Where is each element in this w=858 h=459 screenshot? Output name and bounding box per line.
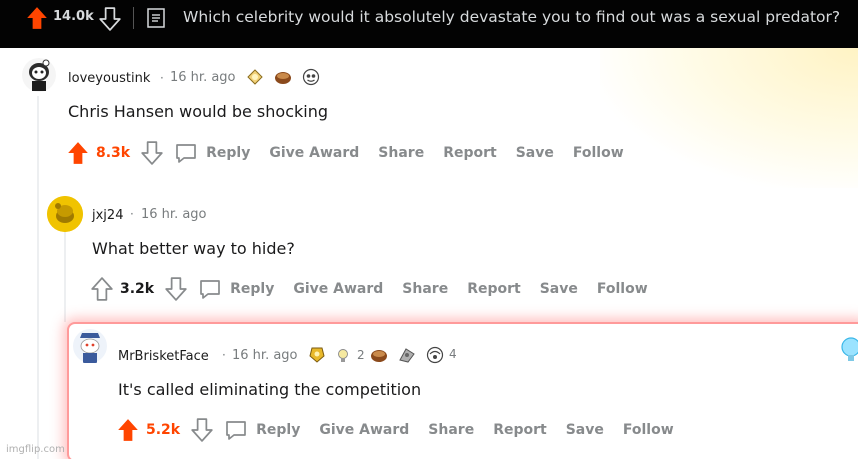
avatar[interactable] — [72, 328, 108, 364]
follow-button[interactable]: Follow — [573, 145, 624, 161]
comment-body: What better way to hide? — [92, 239, 295, 258]
lightbulb-icon — [841, 337, 858, 361]
save-button[interactable]: Save — [516, 145, 554, 161]
award-icon[interactable] — [426, 346, 444, 364]
downvote-arrow-icon[interactable] — [140, 141, 164, 165]
comment-timestamp[interactable]: 16 hr. ago — [170, 70, 236, 85]
award-icon[interactable] — [370, 346, 388, 364]
page: 14.0k Which celebrity would it absolutel… — [0, 0, 858, 459]
comment-timestamp[interactable]: 16 hr. ago — [141, 207, 207, 222]
reply-button[interactable]: Reply — [256, 422, 300, 438]
background-glow — [600, 48, 858, 188]
share-button[interactable]: Share — [378, 145, 424, 161]
text-post-icon — [147, 8, 165, 28]
downvote-arrow-icon[interactable] — [99, 7, 121, 31]
comment-username[interactable]: MrBrisketFace — [118, 349, 209, 364]
reply-bubble-icon[interactable] — [224, 418, 248, 442]
separator-dot: · — [160, 71, 164, 85]
post-header-bar: 14.0k Which celebrity would it absolutel… — [0, 0, 858, 48]
report-button[interactable]: Report — [443, 145, 497, 161]
report-button[interactable]: Report — [467, 281, 521, 297]
upvote-arrow-icon[interactable] — [116, 418, 140, 442]
upvote-arrow-icon[interactable] — [90, 277, 114, 301]
reply-bubble-icon[interactable] — [174, 141, 198, 165]
comment-username[interactable]: loveyoustink — [68, 71, 150, 86]
report-button[interactable]: Report — [493, 422, 547, 438]
reply-bubble-icon[interactable] — [198, 277, 222, 301]
comment-actions: 5.2k Reply Give Award Share Report Save … — [116, 417, 693, 443]
comment-body: It's called eliminating the competition — [118, 380, 422, 399]
comment-actions: 3.2k Reply Give Award Share Report Save … — [90, 276, 667, 302]
separator-dot: · — [222, 348, 226, 362]
reply-button[interactable]: Reply — [230, 281, 274, 297]
comment-score: 5.2k — [146, 422, 181, 438]
award-count: 4 — [449, 347, 457, 361]
upvote-arrow-icon[interactable] — [26, 6, 48, 30]
award-icon[interactable] — [302, 68, 320, 86]
divider — [133, 7, 134, 29]
award-icon[interactable] — [246, 68, 264, 86]
thread-line[interactable] — [64, 232, 66, 322]
downvote-arrow-icon[interactable] — [190, 418, 214, 442]
avatar[interactable] — [21, 57, 57, 93]
comment-score: 3.2k — [120, 281, 155, 297]
save-button[interactable]: Save — [566, 422, 604, 438]
reply-button[interactable]: Reply — [206, 145, 250, 161]
share-button[interactable]: Share — [428, 422, 474, 438]
comment-timestamp[interactable]: 16 hr. ago — [232, 348, 298, 363]
separator-dot: · — [130, 207, 134, 221]
give-award-button[interactable]: Give Award — [269, 145, 359, 161]
comment-username[interactable]: jxj24 — [92, 208, 123, 223]
follow-button[interactable]: Follow — [597, 281, 648, 297]
thread-line[interactable] — [37, 96, 39, 459]
snoo-avatar-icon — [22, 58, 56, 92]
snoo-avatar-icon — [47, 196, 83, 232]
give-award-button[interactable]: Give Award — [293, 281, 383, 297]
give-award-button[interactable]: Give Award — [319, 422, 409, 438]
save-button[interactable]: Save — [540, 281, 578, 297]
post-title[interactable]: Which celebrity would it absolutely deva… — [183, 8, 840, 26]
post-score: 14.0k — [53, 9, 94, 24]
upvote-arrow-icon[interactable] — [66, 141, 90, 165]
lightbulb-award-icon[interactable] — [336, 348, 350, 364]
watermark: imgflip.com — [6, 444, 65, 455]
downvote-arrow-icon[interactable] — [164, 277, 188, 301]
share-button[interactable]: Share — [402, 281, 448, 297]
comment-score: 8.3k — [96, 145, 131, 161]
avatar[interactable] — [47, 196, 83, 232]
award-count: 2 — [357, 348, 365, 362]
follow-button[interactable]: Follow — [623, 422, 674, 438]
award-icon[interactable] — [398, 346, 416, 364]
award-icon[interactable] — [274, 68, 292, 86]
comment-actions: 8.3k Reply Give Award Share Report Save … — [66, 140, 643, 166]
comment-body: Chris Hansen would be shocking — [68, 102, 328, 121]
snoo-avatar-icon — [73, 329, 107, 363]
award-icon[interactable] — [308, 346, 326, 364]
